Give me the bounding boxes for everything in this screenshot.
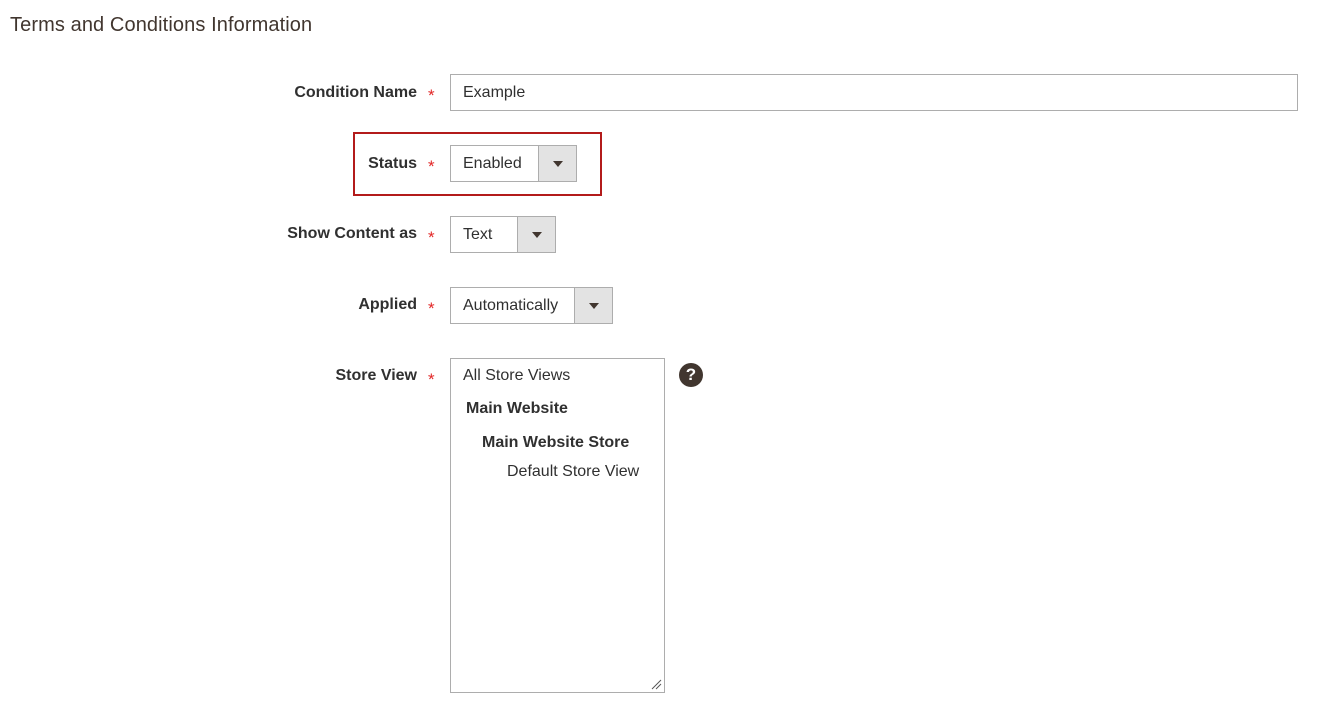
- chevron-down-icon: [531, 231, 542, 238]
- condition-name-input[interactable]: [450, 74, 1298, 111]
- section-title: Terms and Conditions Information: [10, 14, 313, 36]
- chevron-down-icon: [588, 302, 599, 309]
- show-content-as-required-marker: *: [428, 228, 435, 247]
- store-view-multiselect[interactable]: All Store Views Main Website Main Websit…: [450, 358, 665, 693]
- store-view-required-marker: *: [428, 370, 435, 389]
- status-label: Status: [368, 155, 417, 172]
- status-select-toggle[interactable]: [538, 146, 576, 181]
- store-view-option-all[interactable]: All Store Views: [463, 367, 570, 385]
- store-view-option-default[interactable]: Default Store View: [507, 463, 639, 481]
- show-content-as-select-value: Text: [463, 225, 493, 243]
- applied-required-marker: *: [428, 299, 435, 318]
- show-content-as-label: Show Content as: [287, 225, 417, 242]
- applied-select-toggle[interactable]: [574, 288, 612, 323]
- applied-label: Applied: [358, 296, 417, 313]
- status-required-marker: *: [428, 157, 435, 176]
- applied-select-value: Automatically: [463, 296, 559, 314]
- store-view-group-store: Main Website Store: [482, 434, 630, 451]
- store-view-group-website: Main Website: [466, 400, 568, 417]
- resize-handle-icon[interactable]: [650, 678, 662, 690]
- condition-name-label: Condition Name: [294, 84, 417, 101]
- help-icon[interactable]: ?: [679, 363, 703, 387]
- store-view-label: Store View: [335, 367, 417, 384]
- show-content-as-select[interactable]: Text: [450, 216, 556, 253]
- condition-name-required-marker: *: [428, 86, 435, 105]
- show-content-as-select-toggle[interactable]: [517, 217, 555, 252]
- status-select-value: Enabled: [463, 154, 522, 172]
- applied-select[interactable]: Automatically: [450, 287, 613, 324]
- status-select[interactable]: Enabled: [450, 145, 577, 182]
- chevron-down-icon: [552, 160, 563, 167]
